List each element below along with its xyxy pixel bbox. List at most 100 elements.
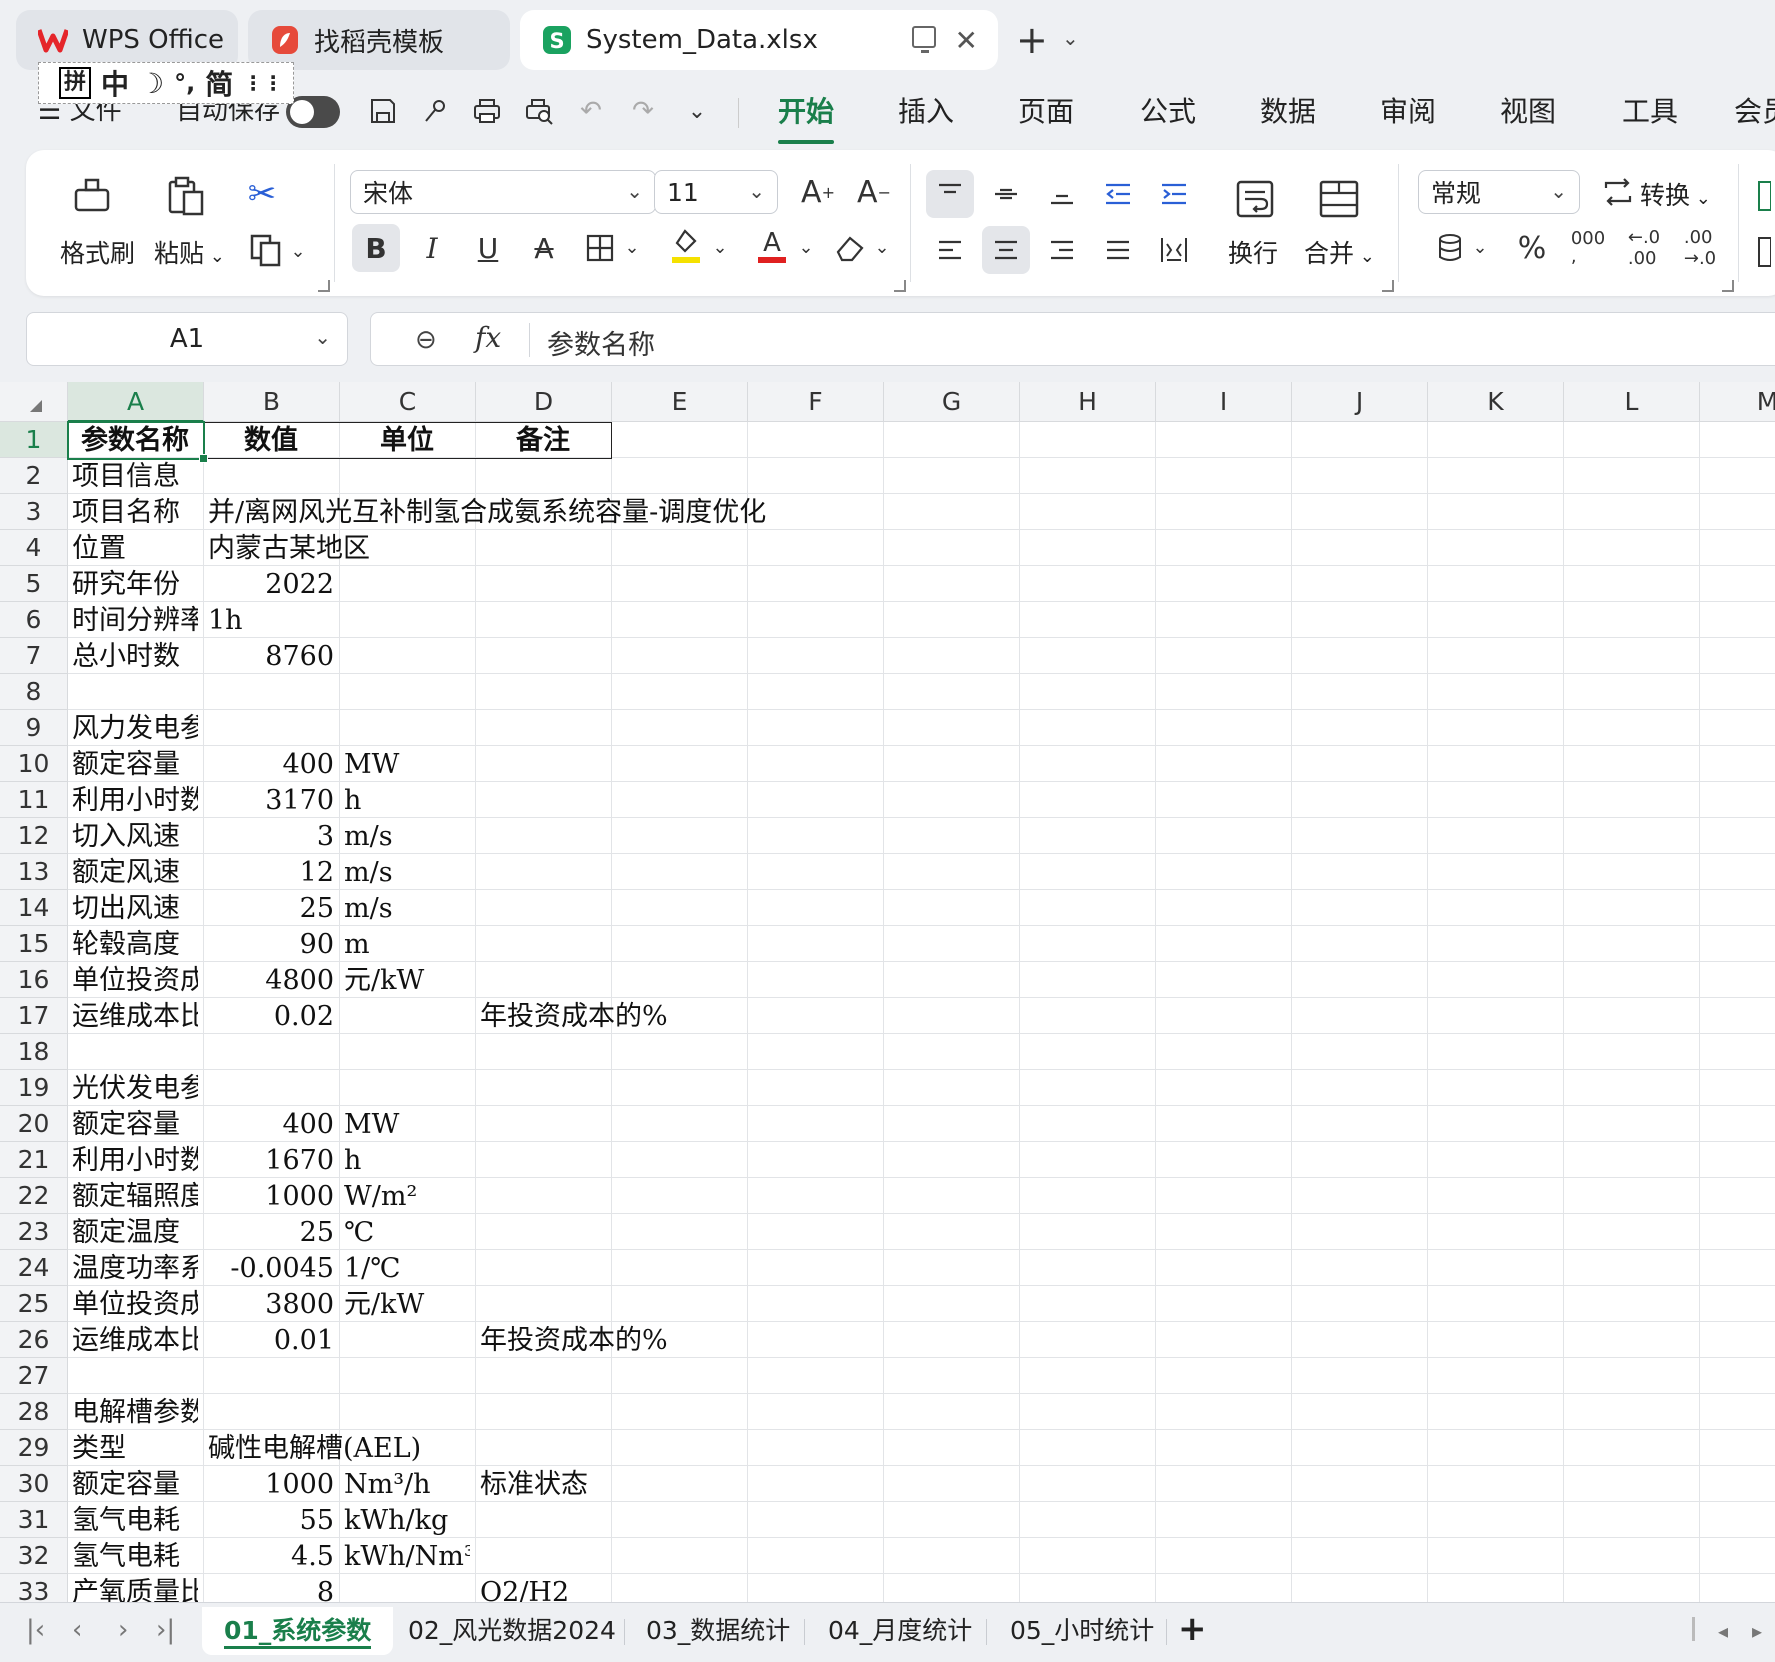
pin-window-icon[interactable] bbox=[912, 26, 936, 53]
row-header[interactable]: 31 bbox=[0, 1502, 68, 1538]
row-header[interactable]: 29 bbox=[0, 1430, 68, 1466]
alignment-group-launcher-icon[interactable] bbox=[1382, 280, 1394, 292]
increase-indent-icon[interactable] bbox=[1150, 170, 1198, 218]
cell-c11[interactable]: h bbox=[344, 784, 470, 818]
cell-b6[interactable]: 1h bbox=[208, 604, 1014, 638]
row-header[interactable]: 19 bbox=[0, 1070, 68, 1106]
fill-color-chevron-icon[interactable]: ⌄ bbox=[710, 232, 730, 262]
column-header-d[interactable]: D bbox=[476, 382, 612, 422]
cell-b24[interactable]: -0.0045 bbox=[208, 1252, 334, 1286]
copy-icon[interactable] bbox=[244, 228, 288, 272]
cell-b7[interactable]: 8760 bbox=[208, 640, 334, 674]
sheet-tab-01[interactable]: 01_系统参数 bbox=[202, 1607, 394, 1655]
cell-c30[interactable]: Nm³/h bbox=[344, 1468, 470, 1502]
fill-color-icon[interactable] bbox=[662, 220, 710, 270]
name-box[interactable]: A1 ⌄ bbox=[26, 312, 348, 366]
cell-b25[interactable]: 3800 bbox=[208, 1288, 334, 1322]
row-header[interactable]: 11 bbox=[0, 782, 68, 818]
thousands-separator-icon[interactable]: 000, bbox=[1564, 224, 1612, 272]
tab-formula[interactable]: 公式 bbox=[1140, 90, 1196, 130]
ime-simplified[interactable]: 简 bbox=[205, 63, 233, 103]
cell-a22[interactable]: 额定辐照度 bbox=[72, 1180, 198, 1214]
cell-a12[interactable]: 切入风速 bbox=[72, 820, 198, 854]
tab-data[interactable]: 数据 bbox=[1260, 90, 1316, 130]
cell-b30[interactable]: 1000 bbox=[208, 1468, 334, 1502]
tab-review[interactable]: 审阅 bbox=[1380, 90, 1436, 130]
increase-font-size-icon[interactable]: A + bbox=[796, 170, 840, 214]
borders-chevron-icon[interactable]: ⌄ bbox=[622, 232, 642, 262]
decrease-indent-icon[interactable] bbox=[1094, 170, 1142, 218]
column-header-h[interactable]: H bbox=[1020, 382, 1156, 422]
distributed-align-icon[interactable] bbox=[1150, 226, 1198, 274]
row-header[interactable]: 16 bbox=[0, 962, 68, 998]
new-tab-plus-icon[interactable]: + bbox=[1016, 18, 1048, 62]
cut-icon[interactable]: ✂ bbox=[240, 172, 284, 216]
cell-b20[interactable]: 400 bbox=[208, 1108, 334, 1142]
share-icon[interactable] bbox=[418, 94, 452, 128]
cell-a3[interactable]: 项目名称 bbox=[72, 496, 198, 530]
cell-a2[interactable]: 项目信息 bbox=[72, 460, 198, 494]
increase-decimal-icon[interactable]: ←.0.00 bbox=[1620, 224, 1668, 272]
wrap-text-label[interactable]: 换行 bbox=[1228, 234, 1278, 270]
cell-c23[interactable]: ℃ bbox=[344, 1216, 470, 1250]
wrap-text-icon[interactable] bbox=[1230, 174, 1280, 224]
column-header-i[interactable]: I bbox=[1156, 382, 1292, 422]
cell-d33[interactable]: O2/H2 bbox=[480, 1576, 878, 1602]
row-header[interactable]: 23 bbox=[0, 1214, 68, 1250]
ime-settings-icon[interactable]: ⋮⋮ bbox=[243, 71, 283, 95]
cell-c15[interactable]: m bbox=[344, 928, 470, 962]
cell-c24[interactable]: 1/℃ bbox=[344, 1252, 470, 1286]
cell-a29[interactable]: 类型 bbox=[72, 1432, 198, 1466]
row-header[interactable]: 20 bbox=[0, 1106, 68, 1142]
column-header-c[interactable]: C bbox=[340, 382, 476, 422]
cell-a19[interactable]: 光伏发电参数 bbox=[72, 1072, 198, 1106]
cell-b33[interactable]: 8 bbox=[208, 1576, 334, 1602]
merge-cells-label[interactable]: 合并 ⌄ bbox=[1304, 234, 1375, 270]
column-header-m[interactable]: M bbox=[1700, 382, 1775, 422]
cell-a16[interactable]: 单位投资成本 bbox=[72, 964, 198, 998]
cell-b22[interactable]: 1000 bbox=[208, 1180, 334, 1214]
align-bottom-icon[interactable] bbox=[1038, 170, 1086, 218]
row-header[interactable]: 32 bbox=[0, 1538, 68, 1574]
column-header-l[interactable]: L bbox=[1564, 382, 1700, 422]
row-header[interactable]: 3 bbox=[0, 494, 68, 530]
align-right-icon[interactable] bbox=[1038, 226, 1086, 274]
cell-b31[interactable]: 55 bbox=[208, 1504, 334, 1538]
paste-icon[interactable] bbox=[164, 174, 208, 218]
previous-sheet-icon[interactable]: ‹ bbox=[72, 1615, 82, 1645]
row-header[interactable]: 27 bbox=[0, 1358, 68, 1394]
bold-icon[interactable]: B bbox=[352, 224, 400, 272]
print-preview-icon[interactable] bbox=[522, 94, 556, 128]
cell-b23[interactable]: 25 bbox=[208, 1216, 334, 1250]
cell-b15[interactable]: 90 bbox=[208, 928, 334, 962]
cell-a13[interactable]: 额定风速 bbox=[72, 856, 198, 890]
number-format-select[interactable]: 常规 ⌄ bbox=[1418, 170, 1580, 214]
row-header[interactable]: 33 bbox=[0, 1574, 68, 1602]
sheet-tab-05[interactable]: 05_小时统计 bbox=[988, 1607, 1176, 1655]
tab-wps-office[interactable]: WPS Office bbox=[16, 10, 238, 70]
row-header[interactable]: 8 bbox=[0, 674, 68, 710]
align-left-icon[interactable] bbox=[926, 226, 974, 274]
add-sheet-plus-icon[interactable]: + bbox=[1178, 1609, 1207, 1649]
last-sheet-icon[interactable]: ›| bbox=[156, 1615, 175, 1645]
cell-a15[interactable]: 轮毂高度 bbox=[72, 928, 198, 962]
cell-a23[interactable]: 额定温度 bbox=[72, 1216, 198, 1250]
select-all-corner[interactable] bbox=[0, 382, 68, 422]
row-header[interactable]: 13 bbox=[0, 854, 68, 890]
paste-label[interactable]: 粘贴 ⌄ bbox=[154, 234, 225, 270]
print-icon[interactable] bbox=[470, 94, 504, 128]
scroll-left-icon[interactable]: ◂ bbox=[1718, 1619, 1728, 1643]
cell-c25[interactable]: 元/kW bbox=[344, 1288, 470, 1322]
cell-a30[interactable]: 额定容量 bbox=[72, 1468, 198, 1502]
row-header[interactable]: 21 bbox=[0, 1142, 68, 1178]
underline-icon[interactable]: U bbox=[464, 224, 512, 272]
save-icon[interactable] bbox=[366, 94, 400, 128]
cell-b16[interactable]: 4800 bbox=[208, 964, 334, 998]
number-group-launcher-icon[interactable] bbox=[1722, 280, 1734, 292]
cell-c21[interactable]: h bbox=[344, 1144, 470, 1178]
currency-format-icon[interactable] bbox=[1428, 224, 1472, 272]
spreadsheet-grid[interactable]: ABCDEFGHIJKLM 1 2 3 4 5 6 7 8 9 10 11 12 13 14 15 16 17 1… bbox=[0, 382, 1775, 1602]
cell-a5[interactable]: 研究年份 bbox=[72, 568, 198, 602]
cell-c32[interactable]: kWh/Nm³ bbox=[344, 1540, 470, 1574]
cell-c22[interactable]: W/m² bbox=[344, 1180, 470, 1214]
